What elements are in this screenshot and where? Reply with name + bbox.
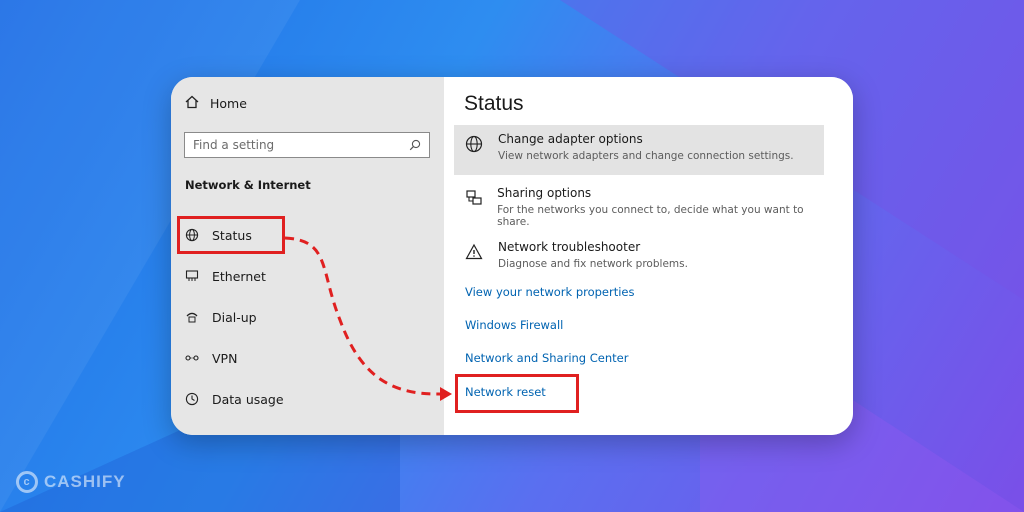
- link-network-reset[interactable]: Network reset: [465, 385, 546, 399]
- cashify-logo: c CASHIFY: [16, 471, 126, 493]
- search-box[interactable]: [184, 132, 430, 158]
- sidebar-item-label: Status: [212, 227, 252, 243]
- option-title: Sharing options: [497, 186, 592, 200]
- sidebar-item-ethernet[interactable]: Ethernet: [185, 265, 266, 287]
- option-change-adapter[interactable]: Change adapter options View network adap…: [454, 125, 824, 175]
- sidebar-item-vpn[interactable]: VPN: [185, 347, 237, 369]
- logo-text: CASHIFY: [44, 472, 126, 491]
- option-title: Network troubleshooter: [498, 240, 641, 254]
- settings-window: Home Network & Internet Status Ethernet: [171, 77, 853, 435]
- clock-icon: [185, 392, 199, 406]
- home-icon: [185, 95, 199, 112]
- main-panel: Status Change adapter options View netwo…: [444, 77, 853, 435]
- globe-icon: [464, 134, 484, 154]
- sidebar-item-label: VPN: [212, 350, 238, 366]
- option-description: For the networks you connect to, decide …: [497, 204, 804, 228]
- search-icon[interactable]: [409, 136, 421, 155]
- option-title: Change adapter options: [498, 132, 643, 146]
- link-network-sharing-center[interactable]: Network and Sharing Center: [465, 351, 628, 365]
- globe-icon: [185, 228, 199, 242]
- phone-icon: [185, 310, 199, 324]
- sidebar-item-label: Data usage: [212, 391, 284, 407]
- sharing-icon: [464, 188, 483, 208]
- cashify-logo-icon: c: [16, 471, 38, 493]
- sidebar-item-dial-up[interactable]: Dial-up: [185, 306, 257, 328]
- option-description: Diagnose and fix network problems.: [498, 258, 688, 270]
- link-windows-firewall[interactable]: Windows Firewall: [465, 318, 563, 332]
- option-description: View network adapters and change connect…: [498, 150, 794, 162]
- sidebar: Home Network & Internet Status Ethernet: [171, 77, 444, 435]
- link-network-properties[interactable]: View your network properties: [465, 285, 635, 299]
- search-input[interactable]: [193, 138, 393, 152]
- sidebar-item-label: Ethernet: [212, 268, 266, 284]
- warning-icon: [464, 242, 484, 262]
- sidebar-item-label: Dial-up: [212, 309, 257, 325]
- sidebar-item-data-usage[interactable]: Data usage: [185, 388, 284, 410]
- home-label: Home: [210, 96, 247, 111]
- option-troubleshooter[interactable]: Network troubleshooter Diagnose and fix …: [454, 233, 824, 283]
- sidebar-item-status[interactable]: Status: [185, 224, 252, 246]
- section-heading: Network & Internet: [185, 178, 311, 192]
- home-nav-item[interactable]: Home: [185, 95, 247, 112]
- page-title: Status: [464, 92, 524, 115]
- ethernet-icon: [185, 269, 199, 283]
- option-sharing[interactable]: Sharing options For the networks you con…: [454, 179, 824, 229]
- vpn-icon: [185, 351, 199, 365]
